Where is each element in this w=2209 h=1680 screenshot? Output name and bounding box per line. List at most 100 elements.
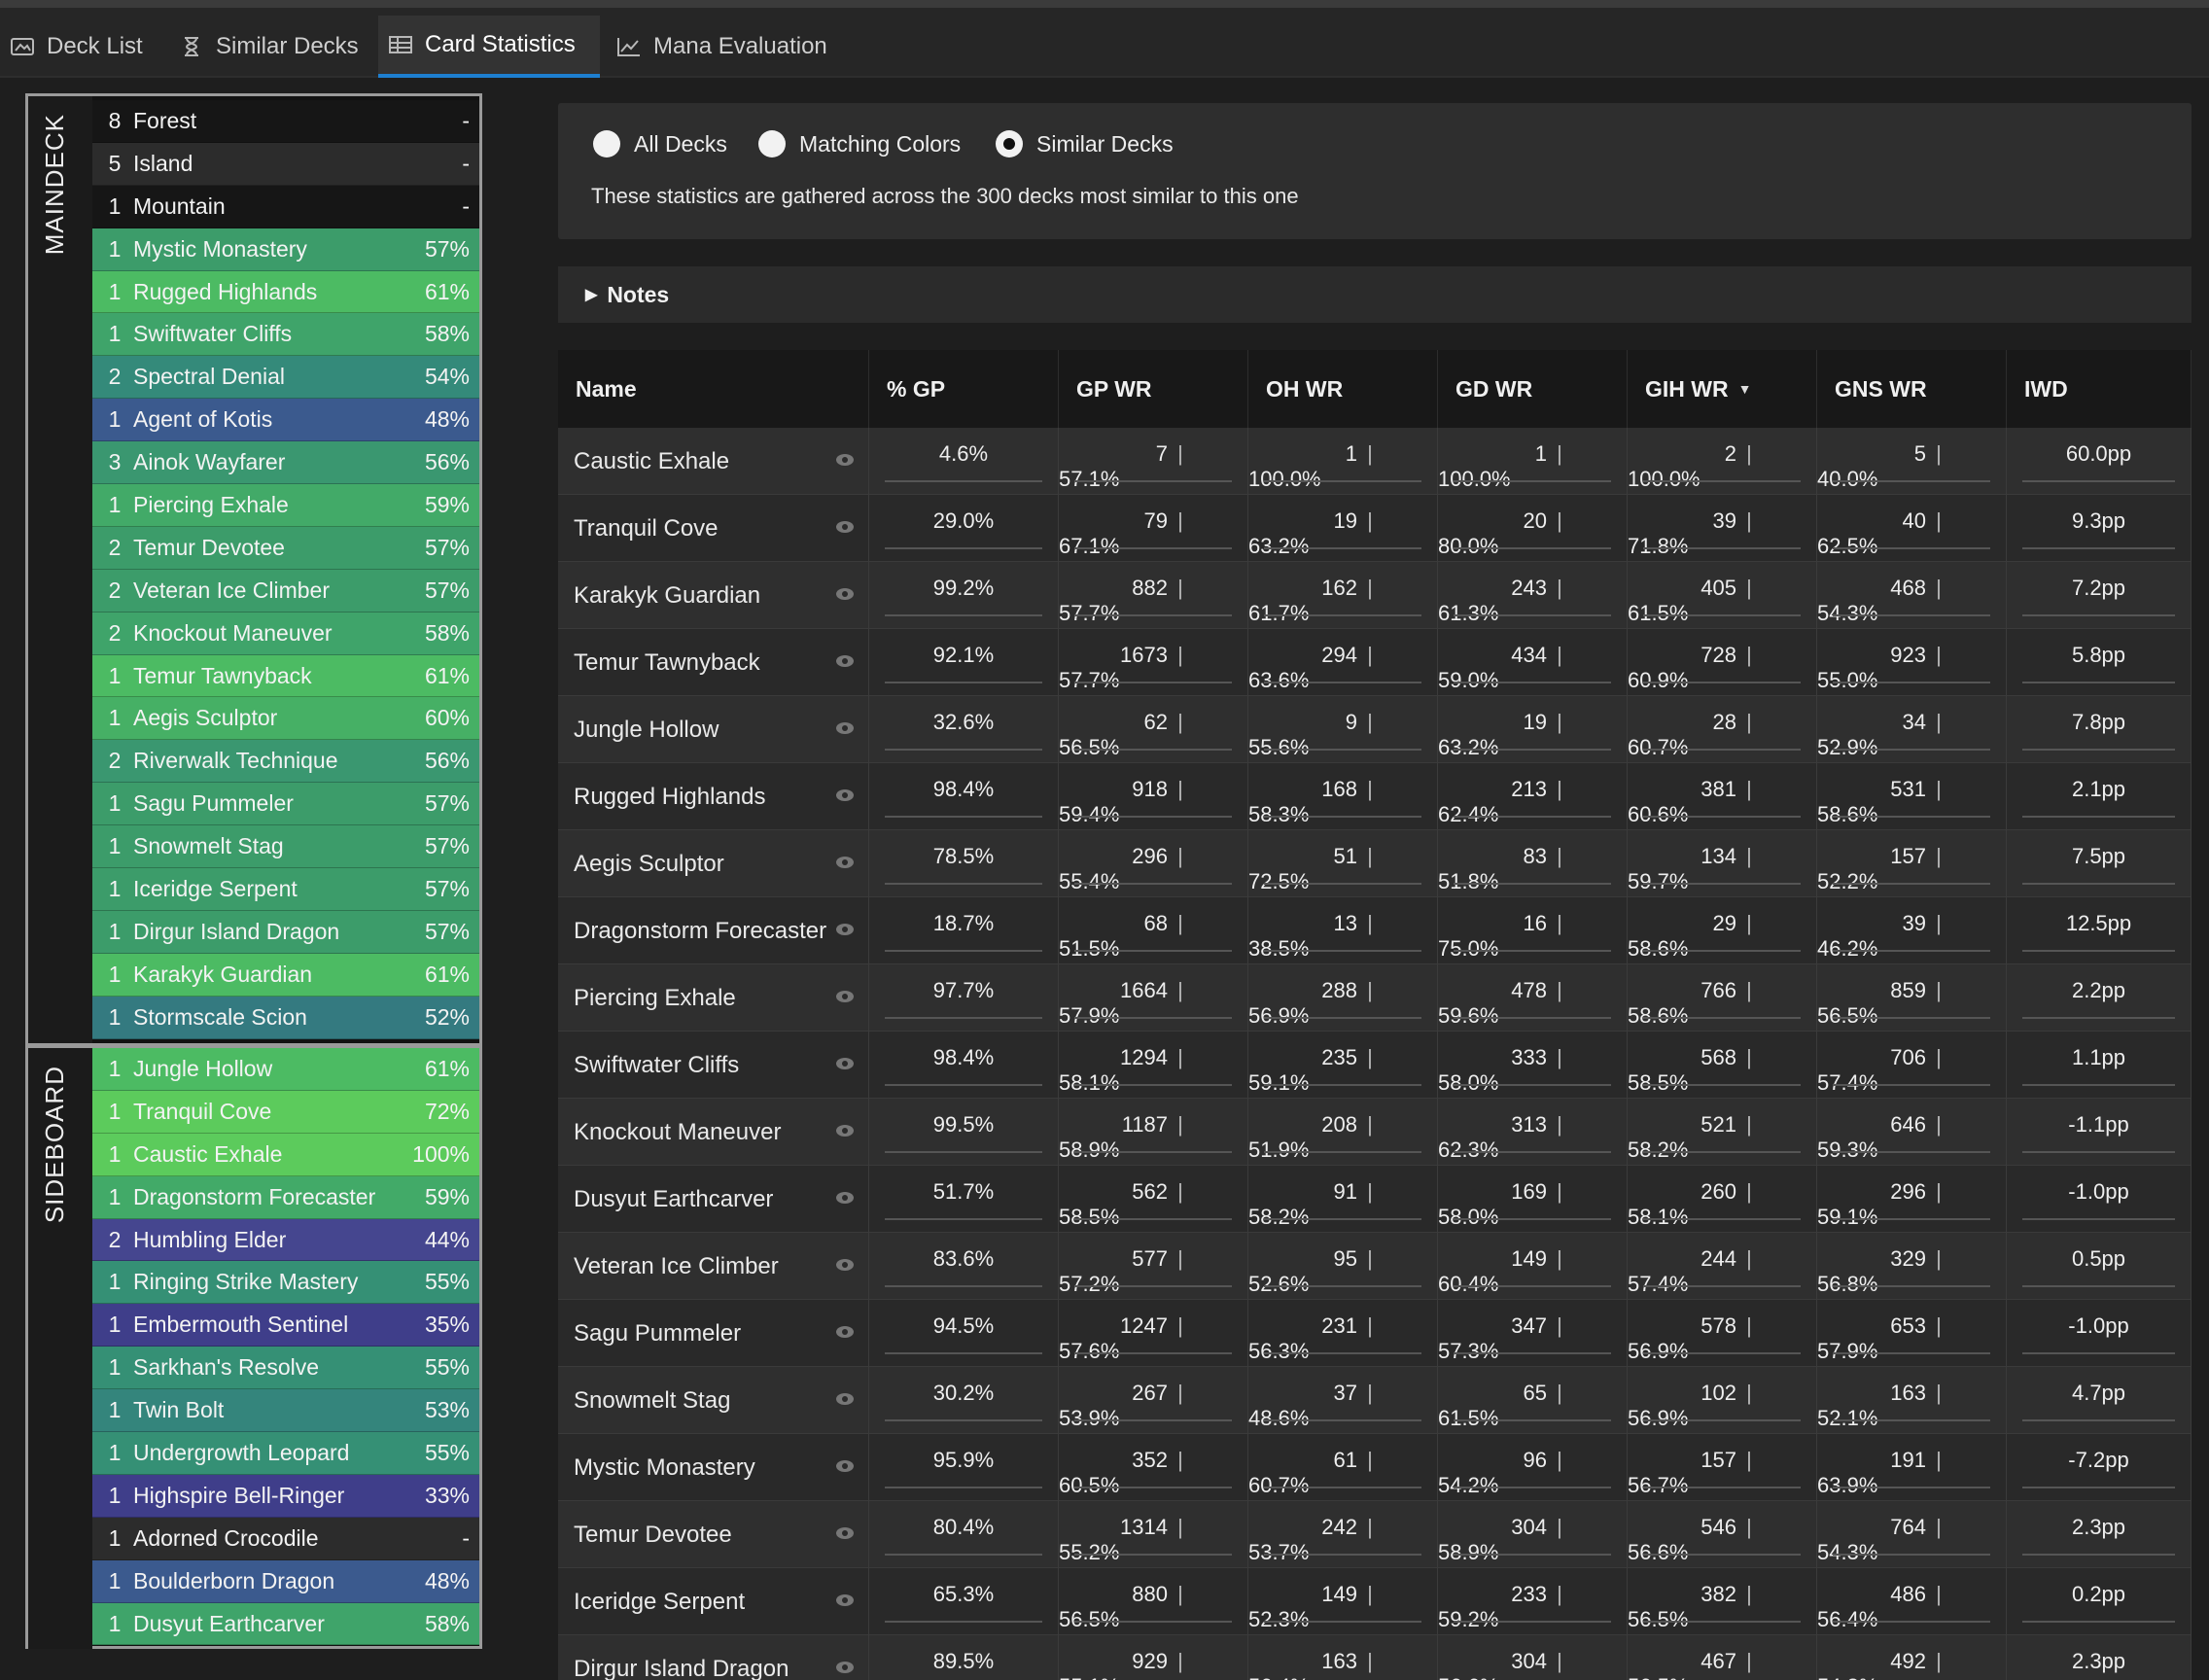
eye-icon[interactable] bbox=[835, 788, 855, 802]
deck-card-row[interactable]: 1 Swiftwater Cliffs 58% bbox=[92, 313, 479, 357]
deck-card-row[interactable]: 5 Island - bbox=[92, 142, 479, 186]
separator: | bbox=[1936, 643, 1942, 667]
deck-card-row[interactable]: 1 Adorned Crocodile - bbox=[92, 1517, 479, 1560]
deck-card-row[interactable]: 1 Dirgur Island Dragon 57% bbox=[92, 910, 479, 954]
deck-card-row[interactable]: 1 Embermouth Sentinel 35% bbox=[92, 1304, 479, 1348]
cell-name[interactable]: Iceridge Serpent bbox=[558, 1568, 869, 1635]
column-header-name[interactable]: Name bbox=[558, 350, 869, 428]
radio-all-decks[interactable]: All Decks bbox=[593, 130, 727, 158]
cell-name[interactable]: Caustic Exhale bbox=[558, 428, 869, 495]
cell-name[interactable]: Tranquil Cove bbox=[558, 495, 869, 562]
cell-oh-wr: 168 | 58.3% bbox=[1248, 763, 1438, 874]
deck-card-row[interactable]: 1 Iceridge Serpent 57% bbox=[92, 868, 479, 911]
eye-icon[interactable] bbox=[835, 1459, 855, 1473]
deck-card-row[interactable]: 1 Dusyut Earthcarver 58% bbox=[92, 1602, 479, 1646]
cell-name[interactable]: Dirgur Island Dragon bbox=[558, 1635, 869, 1680]
eye-icon[interactable] bbox=[835, 1325, 855, 1339]
cell-name[interactable]: Jungle Hollow bbox=[558, 696, 869, 763]
column-header-gd-wr[interactable]: GD WR bbox=[1438, 350, 1628, 428]
radio-similar-decks[interactable]: Similar Decks bbox=[996, 130, 1174, 158]
eye-icon[interactable] bbox=[835, 1392, 855, 1406]
deck-card-row[interactable]: 2 Humbling Elder 44% bbox=[92, 1218, 479, 1262]
deck-card-row[interactable]: 1 Boulderborn Dragon 48% bbox=[92, 1559, 479, 1603]
confidence-track bbox=[1264, 1554, 1421, 1612]
deck-card-row[interactable]: 1 Twin Bolt 53% bbox=[92, 1389, 479, 1433]
sort-descending-icon[interactable]: ▼ bbox=[1738, 381, 1752, 397]
deck-card-row[interactable]: 1 Mystic Monastery 57% bbox=[92, 228, 479, 271]
eye-icon[interactable] bbox=[835, 721, 855, 735]
deck-card-row[interactable]: 1 Dragonstorm Forecaster 59% bbox=[92, 1175, 479, 1219]
cell-name[interactable]: Dusyut Earthcarver bbox=[558, 1166, 869, 1233]
eye-icon[interactable] bbox=[835, 1526, 855, 1540]
deck-card-row[interactable]: 2 Spectral Denial 54% bbox=[92, 356, 479, 400]
tab-similar-decks[interactable]: Similar Decks bbox=[169, 16, 375, 78]
deck-card-row[interactable]: 1 Agent of Kotis 48% bbox=[92, 399, 479, 442]
deck-card-row[interactable]: 1 Stormscale Scion 52% bbox=[92, 996, 479, 1039]
cell-name[interactable]: Knockout Maneuver bbox=[558, 1099, 869, 1166]
tab-deck-list[interactable]: Deck List bbox=[0, 16, 159, 78]
tab-mana-evaluation[interactable]: Mana Evaluation bbox=[607, 16, 840, 78]
cell-name[interactable]: Dragonstorm Forecaster bbox=[558, 897, 869, 964]
deck-card-row[interactable]: 1 Temur Tawnyback 61% bbox=[92, 654, 479, 698]
eye-icon[interactable] bbox=[835, 923, 855, 936]
deck-card-row[interactable]: 1 Jungle Hollow 61% bbox=[92, 1048, 479, 1091]
deck-card-row[interactable]: 1 Rugged Highlands 61% bbox=[92, 270, 479, 314]
confidence-track bbox=[1833, 682, 1990, 740]
deck-card-row[interactable]: 1 Tranquil Cove 72% bbox=[92, 1090, 479, 1134]
eye-icon[interactable] bbox=[835, 1191, 855, 1205]
notes-toggle[interactable]: ▶ Notes bbox=[558, 266, 2191, 323]
column-header-iwd[interactable]: IWD bbox=[2007, 350, 2191, 428]
deck-card-row[interactable]: 1 Karakyk Guardian 61% bbox=[92, 953, 479, 997]
cell-name[interactable]: Snowmelt Stag bbox=[558, 1367, 869, 1434]
deck-card-row[interactable]: 1 Mountain - bbox=[92, 185, 479, 228]
cell-name[interactable]: Mystic Monastery bbox=[558, 1434, 869, 1501]
confidence-track bbox=[1643, 1151, 1801, 1209]
deck-card-row[interactable]: 1 Sarkhan's Resolve 55% bbox=[92, 1347, 479, 1390]
eye-icon[interactable] bbox=[835, 1258, 855, 1272]
eye-icon[interactable] bbox=[835, 587, 855, 601]
deck-card-row[interactable]: 2 Temur Devotee 57% bbox=[92, 526, 479, 570]
column-header-oh-wr[interactable]: OH WR bbox=[1248, 350, 1438, 428]
cell-name[interactable]: Karakyk Guardian bbox=[558, 562, 869, 629]
cell-value: 168 | 58.3% bbox=[1248, 777, 1437, 827]
deck-card-row[interactable]: 1 Ringing Strike Mastery 55% bbox=[92, 1261, 479, 1305]
deck-card-row[interactable]: 1 Caustic Exhale 100% bbox=[92, 1133, 479, 1176]
deck-card-row[interactable]: 8 Forest - bbox=[92, 100, 479, 143]
deck-card-row[interactable]: 1 Undergrowth Leopard 55% bbox=[92, 1432, 479, 1475]
eye-icon[interactable] bbox=[835, 453, 855, 467]
eye-icon[interactable] bbox=[835, 520, 855, 534]
radio-matching-colors[interactable]: Matching Colors bbox=[758, 130, 961, 158]
cell-name[interactable]: Rugged Highlands bbox=[558, 763, 869, 830]
deck-card-row[interactable]: 1 Highspire Bell-Ringer 33% bbox=[92, 1474, 479, 1518]
cell-name[interactable]: Aegis Sculptor bbox=[558, 830, 869, 897]
eye-icon[interactable] bbox=[835, 1593, 855, 1607]
cell-name[interactable]: Temur Devotee bbox=[558, 1501, 869, 1568]
eye-icon[interactable] bbox=[835, 856, 855, 869]
deck-card-row[interactable]: 1 Sagu Pummeler 57% bbox=[92, 783, 479, 826]
win-rate: 55.6% bbox=[1248, 735, 1310, 759]
tab-card-statistics[interactable]: Card Statistics bbox=[378, 16, 600, 78]
cell-name[interactable]: Veteran Ice Climber bbox=[558, 1233, 869, 1300]
separator: | bbox=[1367, 1649, 1373, 1673]
column-header-gp[interactable]: % GP bbox=[869, 350, 1059, 428]
deck-card-row[interactable]: 1 Aegis Sculptor 60% bbox=[92, 697, 479, 741]
cell-name[interactable]: Temur Tawnyback bbox=[558, 629, 869, 696]
cell-name[interactable]: Sagu Pummeler bbox=[558, 1300, 869, 1367]
deck-card-row[interactable]: 2 Riverwalk Technique 56% bbox=[92, 740, 479, 784]
column-header-gp-wr[interactable]: GP WR bbox=[1059, 350, 1248, 428]
deck-card-row[interactable]: 3 Ainok Wayfarer 56% bbox=[92, 441, 479, 485]
eye-icon[interactable] bbox=[835, 1057, 855, 1070]
deck-card-row[interactable]: 1 Snowmelt Stag 57% bbox=[92, 825, 479, 869]
cell-name[interactable]: Swiftwater Cliffs bbox=[558, 1032, 869, 1099]
cell-gd-wr: 20 | 80.0% bbox=[1438, 495, 1628, 606]
eye-icon[interactable] bbox=[835, 1124, 855, 1138]
cell-name[interactable]: Piercing Exhale bbox=[558, 964, 869, 1032]
deck-card-row[interactable]: 2 Knockout Maneuver 58% bbox=[92, 612, 479, 655]
column-header-gns-wr[interactable]: GNS WR bbox=[1817, 350, 2007, 428]
eye-icon[interactable] bbox=[835, 1661, 855, 1674]
deck-card-row[interactable]: 1 Piercing Exhale 59% bbox=[92, 484, 479, 527]
eye-icon[interactable] bbox=[835, 990, 855, 1003]
deck-card-row[interactable]: 2 Veteran Ice Climber 57% bbox=[92, 569, 479, 612]
column-header-gih-wr[interactable]: GIH WR ▼ bbox=[1628, 350, 1817, 428]
eye-icon[interactable] bbox=[835, 654, 855, 668]
